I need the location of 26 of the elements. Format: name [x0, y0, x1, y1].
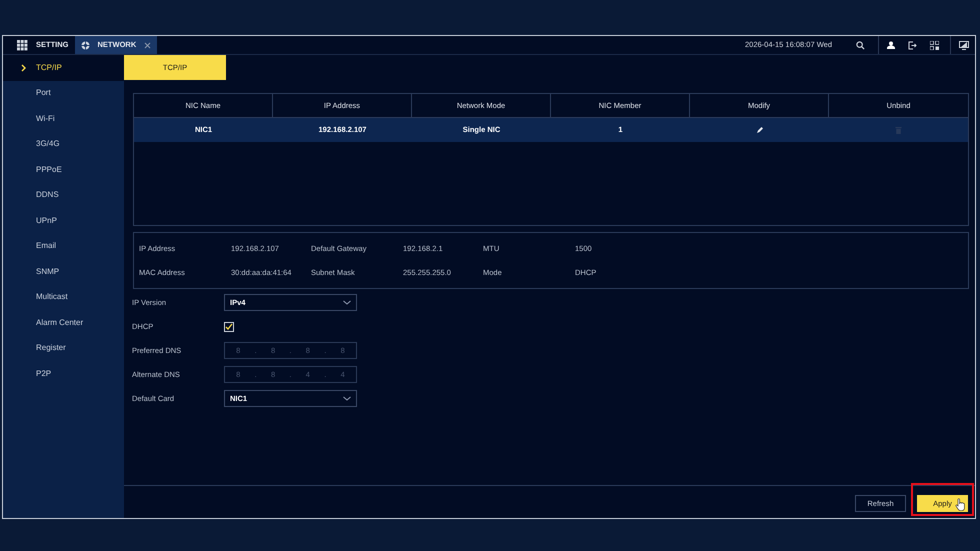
sidebar-item[interactable]: Port: [3, 80, 124, 106]
grid-icon[interactable]: [930, 40, 939, 50]
user-icon[interactable]: [887, 40, 895, 50]
sidebar-item[interactable]: Wi-Fi: [3, 106, 124, 132]
sidebar-item[interactable]: PPPoE: [3, 157, 124, 182]
sidebar-item[interactable]: Multicast: [3, 284, 124, 310]
pencil-icon[interactable]: [756, 126, 764, 134]
logout-icon[interactable]: [908, 40, 917, 50]
apps-icon[interactable]: [17, 40, 28, 50]
chevron-icon: [21, 64, 26, 72]
sidebar-item[interactable]: 3G/4G: [3, 132, 124, 157]
sidebar-item[interactable]: SNMP: [3, 259, 124, 284]
sidebar-item[interactable]: Register: [3, 336, 124, 361]
sidebar-item[interactable]: UPnP: [3, 208, 124, 234]
close-icon[interactable]: [144, 42, 152, 48]
chevron-down-icon: [343, 300, 351, 305]
sidebar-item[interactable]: Email: [3, 234, 124, 259]
chevron-down-icon: [343, 396, 351, 401]
hand-cursor-icon: [955, 498, 966, 511]
monitor-icon[interactable]: [959, 40, 969, 50]
checkbox[interactable]: [224, 322, 234, 332]
sidebar-item[interactable]: Alarm Center: [3, 310, 124, 336]
sidebar-item[interactable]: P2P: [3, 361, 124, 386]
sidebar-item[interactable]: TCP/IP: [3, 55, 124, 80]
sidebar-item[interactable]: DDNS: [3, 182, 124, 208]
search-icon[interactable]: [856, 40, 865, 50]
